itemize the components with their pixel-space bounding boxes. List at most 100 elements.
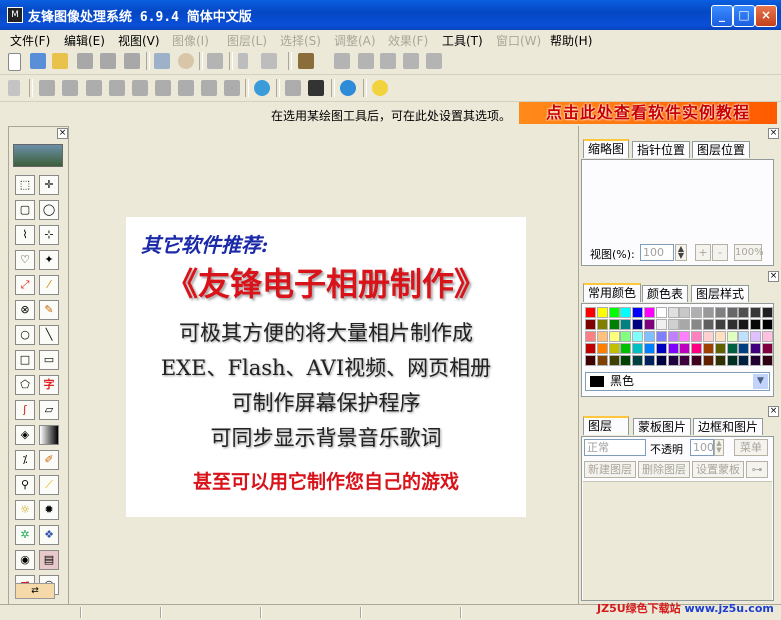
color-swatch[interactable] bbox=[714, 343, 726, 354]
color-swatch[interactable] bbox=[632, 307, 644, 318]
ellipse-select-icon[interactable]: ◯ bbox=[39, 200, 59, 220]
tab-border-image[interactable]: 边框和图片 bbox=[693, 418, 764, 435]
color-swatch[interactable] bbox=[762, 307, 773, 318]
color-swatch[interactable] bbox=[726, 355, 738, 366]
clone-tool-icon[interactable]: ▤ bbox=[39, 550, 59, 570]
tab-common-colors[interactable]: 常用颜色 bbox=[583, 283, 642, 302]
color-swatch[interactable] bbox=[691, 331, 703, 342]
globe-icon[interactable] bbox=[340, 80, 356, 96]
doc-icon[interactable] bbox=[39, 80, 55, 96]
color-swatch[interactable] bbox=[585, 343, 596, 354]
color-swatch[interactable] bbox=[655, 307, 667, 318]
rectangle-tool-icon[interactable]: □ bbox=[15, 350, 35, 370]
menu-layer[interactable]: 图层(L) bbox=[227, 32, 267, 49]
scanner-icon[interactable] bbox=[30, 53, 46, 69]
color-swatch[interactable] bbox=[667, 331, 679, 342]
color-swatch[interactable] bbox=[691, 319, 703, 330]
color-swatch[interactable] bbox=[738, 331, 750, 342]
menu-file[interactable]: 文件(F) bbox=[10, 32, 50, 49]
maximize-button[interactable]: □ bbox=[733, 5, 755, 27]
help-icon[interactable] bbox=[372, 80, 388, 96]
ellipse-tool-icon[interactable]: ○ bbox=[15, 325, 35, 345]
zoom-100-button[interactable]: 100% bbox=[734, 244, 764, 261]
new-layer-button[interactable]: 新建图层 bbox=[584, 461, 636, 478]
color-swatch[interactable] bbox=[714, 331, 726, 342]
close-icon[interactable]: × bbox=[57, 128, 68, 139]
blend-mode-select[interactable]: 正常 bbox=[584, 439, 646, 456]
menu-window[interactable]: 窗口(W) bbox=[496, 32, 541, 49]
color-swatch[interactable] bbox=[585, 307, 596, 318]
copy-icon[interactable] bbox=[261, 53, 277, 69]
capture-icon[interactable] bbox=[154, 53, 170, 69]
flip-icon[interactable] bbox=[178, 80, 194, 96]
color-swatch[interactable] bbox=[632, 319, 644, 330]
grid-icon[interactable] bbox=[132, 80, 148, 96]
link-layer-icon[interactable]: ⊶ bbox=[746, 461, 768, 478]
color-swatch[interactable] bbox=[679, 307, 691, 318]
red-eye-tool-icon[interactable]: ◉ bbox=[15, 550, 35, 570]
frame-icon[interactable] bbox=[62, 80, 78, 96]
menu-tools[interactable]: 工具(T) bbox=[442, 32, 483, 49]
color-swatch[interactable] bbox=[762, 319, 773, 330]
color-swatch[interactable] bbox=[667, 307, 679, 318]
color-swatch[interactable] bbox=[667, 343, 679, 354]
color-swatch[interactable] bbox=[644, 343, 655, 354]
color-swatch[interactable] bbox=[632, 343, 644, 354]
opacity-input[interactable]: 100 bbox=[690, 439, 714, 456]
round-rect-select-icon[interactable]: ▢ bbox=[15, 200, 35, 220]
menu-help[interactable]: 帮助(H) bbox=[550, 32, 592, 49]
magic-wand-icon[interactable]: ⁄ bbox=[39, 275, 59, 295]
color-swatch[interactable] bbox=[608, 355, 620, 366]
color-swatch[interactable] bbox=[703, 355, 714, 366]
color-swatch[interactable] bbox=[762, 355, 773, 366]
tab-pointer-position[interactable]: 指针位置 bbox=[632, 141, 691, 158]
close-button[interactable]: × bbox=[755, 5, 777, 27]
photo-icon[interactable] bbox=[178, 53, 194, 69]
color-swatch[interactable] bbox=[691, 343, 703, 354]
color-swatch[interactable] bbox=[714, 307, 726, 318]
layer-icon[interactable] bbox=[86, 80, 102, 96]
paste-icon[interactable] bbox=[298, 53, 314, 69]
browser-icon[interactable] bbox=[254, 80, 270, 96]
color-swatch[interactable] bbox=[620, 307, 632, 318]
color-swatch[interactable] bbox=[655, 319, 667, 330]
color-swatch[interactable] bbox=[644, 355, 655, 366]
color-swatch[interactable] bbox=[750, 355, 762, 366]
color-swatch[interactable] bbox=[691, 307, 703, 318]
gradient-tool-icon[interactable] bbox=[39, 425, 59, 445]
color-swatch[interactable] bbox=[703, 307, 714, 318]
transform-icon[interactable] bbox=[403, 53, 419, 69]
menu-select[interactable]: 选择(S) bbox=[280, 32, 321, 49]
menu-effects[interactable]: 效果(F) bbox=[388, 32, 428, 49]
tab-mask-image[interactable]: 蒙板图片 bbox=[633, 418, 692, 435]
save-all-icon[interactable] bbox=[124, 53, 140, 69]
color-swatch[interactable] bbox=[679, 355, 691, 366]
tab-layers[interactable]: 图层 bbox=[583, 416, 629, 435]
color-swatch[interactable] bbox=[655, 355, 667, 366]
color-swatch[interactable] bbox=[750, 307, 762, 318]
tutorial-link[interactable]: 点击此处查看软件实例教程 bbox=[519, 102, 777, 124]
play-icon[interactable] bbox=[224, 80, 240, 96]
color-swatch[interactable] bbox=[750, 331, 762, 342]
magic-select-icon[interactable]: ✦ bbox=[39, 250, 59, 270]
close-icon[interactable]: × bbox=[768, 271, 779, 282]
layer-menu-button[interactable]: 菜单 bbox=[734, 439, 768, 456]
color-swatch[interactable] bbox=[644, 331, 655, 342]
line-tool-icon[interactable]: ╲ bbox=[39, 325, 59, 345]
fill-tool-icon[interactable]: ◈ bbox=[15, 425, 35, 445]
polygon-tool-icon[interactable]: ⬠ bbox=[15, 375, 35, 395]
color-swatch[interactable] bbox=[596, 355, 608, 366]
color-swatch[interactable] bbox=[726, 343, 738, 354]
opacity-spinner[interactable]: ▲ ▼ bbox=[714, 439, 724, 456]
sharpen-tool-icon[interactable]: ✲ bbox=[15, 525, 35, 545]
color-swatch[interactable] bbox=[714, 319, 726, 330]
move-tool-icon[interactable]: ✛ bbox=[39, 175, 59, 195]
merge-icon[interactable] bbox=[109, 80, 125, 96]
page-icon[interactable] bbox=[285, 80, 301, 96]
color-swatch[interactable] bbox=[714, 355, 726, 366]
crop-icon[interactable] bbox=[358, 53, 374, 69]
color-swatch[interactable] bbox=[679, 343, 691, 354]
darken-tool-icon[interactable]: ✹ bbox=[39, 500, 59, 520]
color-swatch[interactable] bbox=[596, 319, 608, 330]
color-swatch[interactable] bbox=[620, 331, 632, 342]
